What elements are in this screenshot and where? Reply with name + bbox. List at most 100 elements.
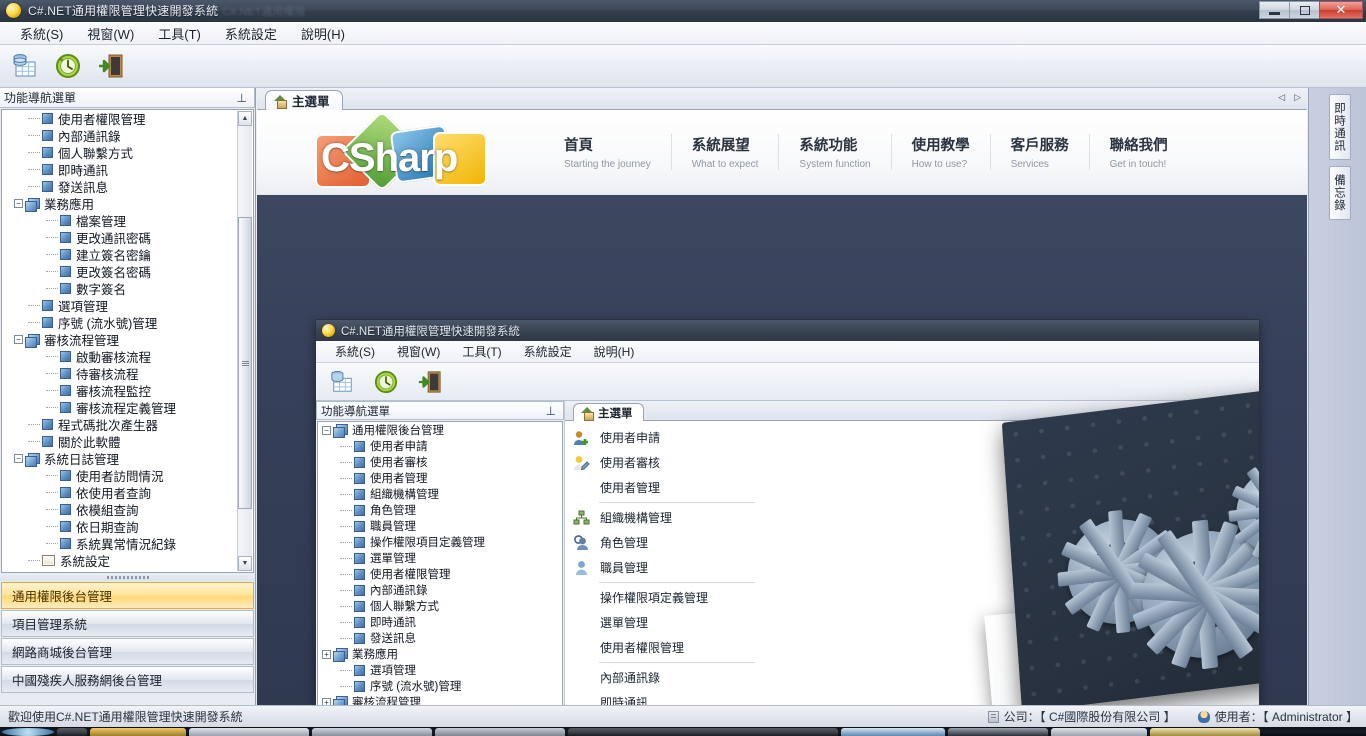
close-button[interactable]: ✕ [1319,1,1363,19]
nested-tree-item[interactable]: 內部通訊錄 [318,582,562,598]
nested-exit-door-icon[interactable] [412,364,448,400]
nested-tree-item[interactable]: 即時通訊 [318,614,562,630]
nested-menu-row[interactable]: 角色管理 [565,530,761,555]
nested-menu-row[interactable]: 操作權限項定義管理 [565,585,761,610]
taskbar-item-app1[interactable] [189,727,309,736]
nested-tab-main-menu[interactable]: 主選單 [573,403,644,421]
nav-button-2[interactable]: 網路商城後台管理 [1,638,254,665]
tree-item[interactable]: 審核流程定義管理 [2,399,236,416]
tab-next-button[interactable]: ▷ [1294,92,1301,103]
nested-tree-item[interactable]: 組織機構管理 [318,486,562,502]
nested-menu-item-3[interactable]: 系統設定 [513,341,583,362]
tree-item[interactable]: 即時通訊 [2,161,236,178]
nested-menu-row[interactable]: 使用者審核 [565,450,761,475]
nested-tree-expander[interactable]: − [322,425,331,435]
nested-tree-item[interactable]: 序號 (流水號)管理 [318,678,562,694]
taskbar-item-app3[interactable] [435,727,565,736]
nested-menu-row[interactable]: 使用者申請 [565,425,761,450]
nav-button-1[interactable]: 項目管理系統 [1,610,254,637]
dock-splitter[interactable] [0,574,255,581]
minimize-button[interactable] [1259,1,1289,19]
nested-tree-item[interactable]: 角色管理 [318,502,562,518]
tree-expander[interactable]: − [14,199,23,208]
clock-history-icon[interactable] [50,48,86,84]
tree-item[interactable]: 個人聯繫方式 [2,144,236,161]
nested-tree-item[interactable]: 選單管理 [318,550,562,566]
tree-item[interactable]: − 業務應用 [2,195,236,212]
nested-tree-item[interactable]: 使用者權限管理 [318,566,562,582]
tree-item[interactable]: 序號 (流水號)管理 [2,314,236,331]
nested-tree-item[interactable]: 發送訊息 [318,630,562,646]
tree-item[interactable]: 選項管理 [2,297,236,314]
nested-tree-item[interactable]: − 通用權限後台管理 [318,422,562,438]
taskbar-item-app7[interactable] [1150,727,1260,736]
tree-item[interactable]: 更改簽名密碼 [2,263,236,280]
taskbar-start-button[interactable] [2,727,54,736]
nested-menu-row[interactable]: 職員管理 [565,555,761,580]
nested-tree-item[interactable]: + 審核流程管理 [318,694,562,705]
site-nav-item-0[interactable]: 首頁 Starting the journey [544,134,671,170]
taskbar-item-explorer[interactable] [90,727,186,736]
menu-item-0[interactable]: 系統(S) [8,21,75,46]
tree-item[interactable]: 審核流程監控 [2,382,236,399]
scroll-down-button[interactable]: ▼ [238,556,252,571]
tab-main-menu[interactable]: 主選單 [265,90,343,110]
tree-expander[interactable]: − [14,454,23,463]
nav-button-0[interactable]: 通用權限後台管理 [1,582,254,609]
nested-navigation-tree[interactable]: − 通用權限後台管理 使用者申請 使用者審核 使用者管理 組織機構管理 角色管理 職員管理 操作… [317,421,563,705]
tree-item[interactable]: 使用者權限管理 [2,110,236,127]
site-nav-item-2[interactable]: 系統功能 System function [778,134,890,170]
site-nav-item-5[interactable]: 聯絡我們 Get in touch! [1088,134,1188,170]
vertical-tab-0[interactable]: 即時通訊 [1329,94,1351,160]
exit-door-icon[interactable] [93,48,129,84]
tree-expander[interactable]: − [14,335,23,344]
nested-tree-expander[interactable]: + [322,649,331,659]
database-grid-icon[interactable] [7,48,43,84]
nested-tree-item[interactable]: 選項管理 [318,662,562,678]
nested-menu-item-1[interactable]: 視窗(W) [386,341,451,362]
nested-menu-item-2[interactable]: 工具(T) [451,341,512,362]
tree-item[interactable]: − 系統日誌管理 [2,450,236,467]
nested-clock-history-icon[interactable] [368,364,404,400]
nested-menu-item-0[interactable]: 系統(S) [324,341,386,362]
nested-tree-item[interactable]: + 業務應用 [318,646,562,662]
taskbar-item-app4[interactable] [841,727,945,736]
nested-tree-expander[interactable]: + [322,697,331,705]
maximize-button[interactable] [1289,1,1319,19]
tree-item[interactable]: − 審核流程管理 [2,331,236,348]
tree-item[interactable]: 啟動審核流程 [2,348,236,365]
nested-menu-row[interactable]: 組織機構管理 [565,505,761,530]
navigation-tree[interactable]: 使用者權限管理 內部通訊錄 個人聯繫方式 即時通訊 發送訊息 − 業務應用 檔案管理 更改通訊密… [1,109,254,573]
tree-item[interactable]: 檔案管理 [2,212,236,229]
tree-item[interactable]: 系統設定 [2,552,236,569]
nested-pin-icon[interactable]: ⊥ [546,404,559,418]
menu-item-2[interactable]: 工具(T) [146,21,213,46]
nested-tree-item[interactable]: 個人聯繫方式 [318,598,562,614]
site-nav-item-4[interactable]: 客戶服務 Services [989,134,1089,170]
tree-item[interactable]: 關於此軟體 [2,433,236,450]
tree-item[interactable]: 內部通訊錄 [2,127,236,144]
tree-item[interactable]: 程式碼批次產生器 [2,416,236,433]
menu-item-4[interactable]: 說明(H) [289,21,357,46]
os-taskbar[interactable] [0,727,1366,736]
site-nav-item-1[interactable]: 系統展望 What to expect [670,134,779,170]
taskbar-item-app5[interactable] [948,727,1048,736]
tree-item[interactable]: 發送訊息 [2,178,236,195]
tree-item[interactable]: 依使用者查詢 [2,484,236,501]
tree-item[interactable]: 系統異常情況紀錄 [2,535,236,552]
tree-item[interactable]: 更改通訊密碼 [2,229,236,246]
nested-tree-item[interactable]: 使用者管理 [318,470,562,486]
nested-menu-row[interactable]: 即時通訊 [565,690,761,705]
nested-menu-row[interactable]: 使用者權限管理 [565,635,761,660]
tree-item[interactable]: 依模組查詢 [2,501,236,518]
tree-item[interactable]: 建立簽名密鑰 [2,246,236,263]
nested-database-grid-icon[interactable] [324,364,360,400]
tab-prev-button[interactable]: ◁ [1278,92,1285,103]
tree-item[interactable]: 使用者訪問情況 [2,467,236,484]
nested-tree-item[interactable]: 操作權限項目定義管理 [318,534,562,550]
nav-button-3[interactable]: 中國殘疾人服務網後台管理 [1,666,254,693]
site-nav-item-3[interactable]: 使用教學 How to use? [890,134,990,170]
nested-tree-item[interactable]: 使用者申請 [318,438,562,454]
taskbar-item-app2[interactable] [312,727,432,736]
nested-tree-item[interactable]: 職員管理 [318,518,562,534]
